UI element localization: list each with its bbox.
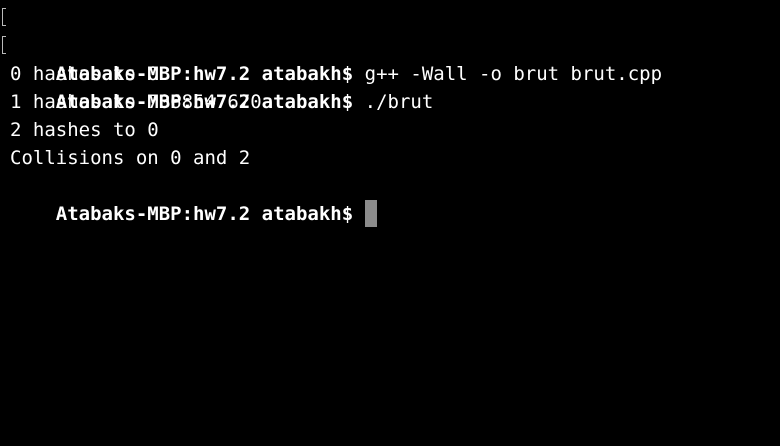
terminal-window[interactable]: Atabaks-MBP:hw7.2 atabakh$ g++ -Wall -o … — [0, 0, 780, 446]
output-line: 0 hashes to 0 — [10, 63, 159, 85]
command-line: Atabaks-MBP:hw7.2 atabakh$ ./brut — [0, 32, 780, 113]
text-cursor — [365, 200, 378, 227]
active-prompt-line[interactable]: Atabaks-MBP:hw7.2 atabakh$ — [0, 172, 780, 227]
output-line: Collisions on 0 and 2 — [10, 147, 251, 169]
prompt-mark-icon — [2, 36, 6, 54]
prompt-mark-icon — [2, 8, 6, 26]
output-line: 2 hashes to 0 — [10, 119, 159, 141]
output-line: 1 hashes to 7068547670 — [10, 91, 262, 113]
shell-prompt: Atabaks-MBP:hw7.2 atabakh$ — [55, 203, 354, 225]
command-line: Atabaks-MBP:hw7.2 atabakh$ g++ -Wall -o … — [0, 4, 780, 85]
